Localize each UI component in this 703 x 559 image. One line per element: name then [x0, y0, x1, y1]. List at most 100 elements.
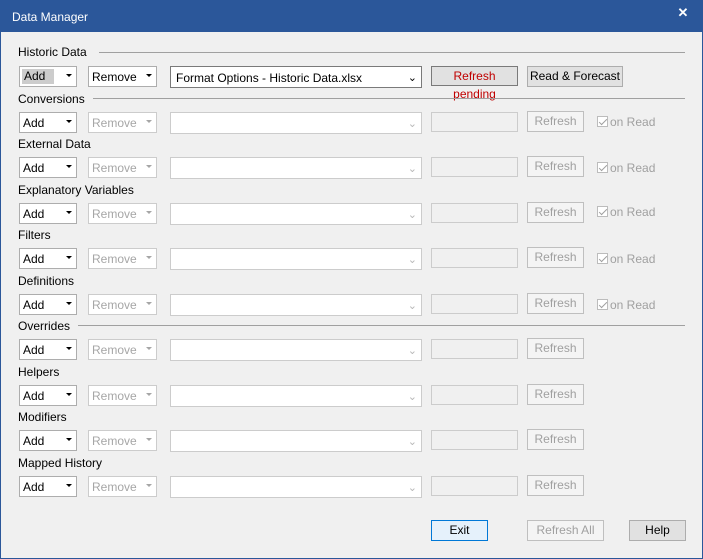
add-value: Add — [23, 207, 45, 221]
row-label: Explanatory Variables — [18, 183, 134, 197]
dropdown-arrow-icon — [146, 484, 152, 487]
add-dropdown[interactable]: Add — [19, 294, 77, 315]
dropdown-arrow-icon — [146, 74, 152, 77]
refresh-button: Refresh — [527, 111, 584, 132]
add-value: Add — [23, 343, 45, 357]
section-overrides: Overrides — [18, 319, 71, 333]
section-divider — [93, 98, 685, 99]
file-select: ⌄ — [170, 430, 422, 452]
remove-dropdown: Remove — [88, 248, 157, 269]
remove-value: Remove — [92, 252, 137, 266]
checkbox-icon — [597, 116, 608, 127]
file-select: ⌄ — [170, 248, 422, 270]
dropdown-arrow-icon — [146, 211, 152, 214]
add-value: Add — [23, 161, 45, 175]
refresh-button: Refresh — [527, 429, 584, 450]
dropdown-arrow-icon — [146, 256, 152, 259]
add-value: Add — [23, 116, 45, 130]
remove-value: Remove — [92, 207, 137, 221]
row-label: External Data — [18, 137, 91, 151]
remove-dropdown: Remove — [88, 203, 157, 224]
file-select: ⌄ — [170, 385, 422, 407]
add-dropdown[interactable]: Add — [19, 203, 77, 224]
section-divider — [99, 52, 685, 53]
add-dropdown[interactable]: Add — [19, 430, 77, 451]
on-read-checkbox: on Read — [597, 205, 655, 219]
checkbox-icon — [597, 162, 608, 173]
chevron-down-icon: ⌄ — [407, 436, 417, 448]
status-box — [431, 203, 518, 223]
status-box — [431, 385, 518, 405]
remove-dropdown: Remove — [88, 385, 157, 406]
title-bar: Data Manager ✕ — [1, 1, 702, 32]
checkbox-label: on Read — [610, 298, 656, 312]
row-label: Modifiers — [18, 410, 67, 424]
row-label: Filters — [18, 228, 51, 242]
status-box — [431, 157, 518, 177]
refresh-button: Refresh — [527, 202, 584, 223]
historic-remove-value: Remove — [92, 70, 137, 84]
dropdown-arrow-icon — [146, 393, 152, 396]
checkbox-label: on Read — [610, 205, 656, 219]
dropdown-arrow-icon — [146, 302, 152, 305]
remove-value: Remove — [92, 480, 137, 494]
add-dropdown[interactable]: Add — [19, 112, 77, 133]
dropdown-arrow-icon — [146, 347, 152, 350]
chevron-down-icon: ⌄ — [407, 300, 417, 312]
dropdown-arrow-icon — [66, 256, 72, 259]
checkbox-label: on Read — [610, 252, 656, 266]
checkbox-icon — [597, 299, 608, 310]
add-dropdown[interactable]: Add — [19, 339, 77, 360]
exit-button[interactable]: Exit — [431, 520, 488, 541]
remove-dropdown: Remove — [88, 157, 157, 178]
dropdown-arrow-icon — [66, 347, 72, 350]
chevron-down-icon: ⌄ — [407, 345, 417, 357]
add-value: Add — [23, 434, 45, 448]
chevron-down-icon: ⌄ — [407, 391, 417, 403]
historic-file-select[interactable]: Format Options - Historic Data.xlsx ⌄ — [170, 66, 422, 88]
remove-dropdown: Remove — [88, 476, 157, 497]
dropdown-arrow-icon — [146, 165, 152, 168]
add-dropdown[interactable]: Add — [19, 248, 77, 269]
row-label: Definitions — [18, 274, 75, 288]
checkbox-icon — [597, 206, 608, 217]
remove-dropdown: Remove — [88, 112, 157, 133]
refresh-button: Refresh — [527, 156, 584, 177]
remove-value: Remove — [92, 116, 137, 130]
checkbox-label: on Read — [610, 115, 656, 129]
read-forecast-button[interactable]: Read & Forecast — [527, 66, 623, 87]
checkbox-label: on Read — [610, 161, 656, 175]
add-dropdown[interactable]: Add — [19, 157, 77, 178]
status-box — [431, 294, 518, 314]
remove-value: Remove — [92, 434, 137, 448]
historic-remove-dropdown[interactable]: Remove — [88, 66, 157, 87]
chevron-down-icon: ⌄ — [407, 209, 417, 221]
help-button[interactable]: Help — [629, 520, 686, 541]
add-value: Add — [23, 298, 45, 312]
row-label: Helpers — [18, 365, 60, 379]
remove-value: Remove — [92, 343, 137, 357]
checkbox-icon — [597, 253, 608, 264]
close-icon[interactable]: ✕ — [672, 4, 694, 26]
section-divider — [78, 325, 685, 326]
refresh-button: Refresh — [527, 293, 584, 314]
add-value: Add — [23, 480, 45, 494]
chevron-down-icon: ⌄ — [407, 118, 417, 130]
section-historic-data: Historic Data — [18, 45, 87, 59]
status-box — [431, 476, 518, 496]
chevron-down-icon: ⌄ — [407, 482, 417, 494]
remove-value: Remove — [92, 298, 137, 312]
dropdown-arrow-icon — [66, 120, 72, 123]
on-read-checkbox: on Read — [597, 161, 655, 175]
remove-dropdown: Remove — [88, 430, 157, 451]
status-box — [431, 430, 518, 450]
dropdown-arrow-icon — [66, 302, 72, 305]
remove-value: Remove — [92, 161, 137, 175]
on-read-checkbox: on Read — [597, 252, 655, 266]
status-box — [431, 339, 518, 359]
refresh-button: Refresh — [527, 247, 584, 268]
add-dropdown[interactable]: Add — [19, 476, 77, 497]
add-dropdown[interactable]: Add — [19, 385, 77, 406]
add-value: Add — [23, 252, 45, 266]
historic-add-dropdown[interactable]: Add — [19, 66, 77, 87]
